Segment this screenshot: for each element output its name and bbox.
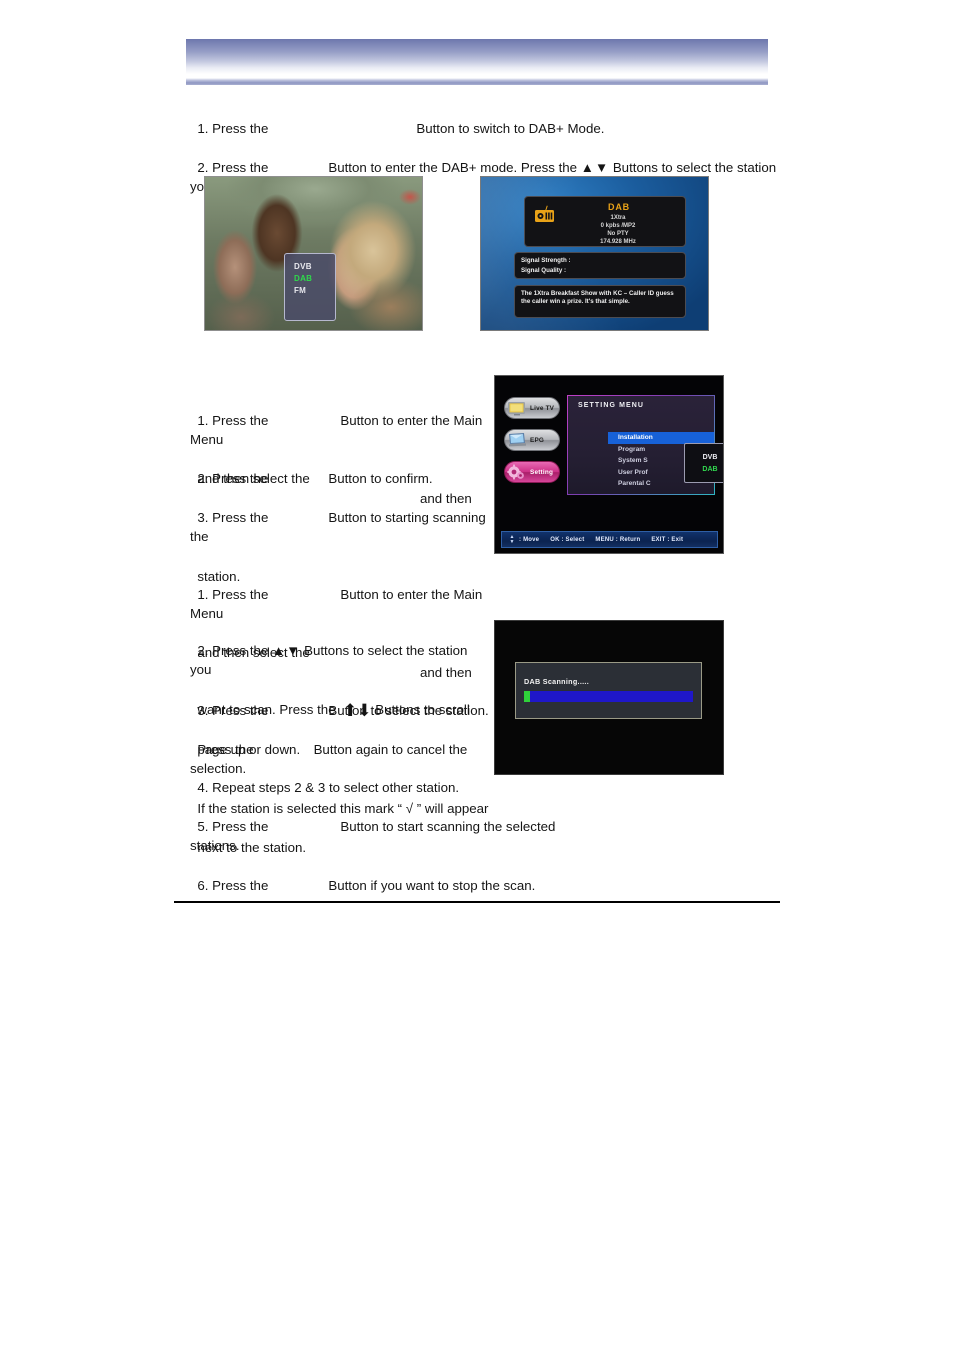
setting-menu-panel: SETTING MENU Installation Program System… [567, 395, 723, 495]
b2-line3-prefix: 2. Press the [197, 470, 269, 486]
dab-station-panel: DAB 1Xtra 0 kpbs /MP2 No PTY 174.928 MHz [524, 196, 686, 247]
sidebar-label-live-tv: Live TV [530, 404, 555, 412]
b3-step3-suffix: Button to select the station. [328, 702, 489, 718]
header-band-main [186, 39, 768, 74]
dab-radiotext: The 1Xtra Breakfast Show with KC – Calle… [521, 290, 674, 306]
sidebar-item-live-tv[interactable]: Live TV [504, 397, 560, 419]
signal-strength-track [575, 258, 680, 263]
source-popup[interactable]: DVB DAB [684, 443, 723, 483]
monitor-icon [509, 433, 526, 447]
sidebar-label-setting: Setting [530, 468, 554, 476]
figure-dab-info-screen: DAB 1Xtra 0 kpbs /MP2 No PTY 174.928 MHz… [480, 176, 709, 331]
header-band-sub [186, 78, 768, 85]
figure-dab-scanning-screen: DAB Scanning..... [494, 620, 724, 775]
header-decorative-band [186, 39, 768, 85]
source-option-fm[interactable]: FM [294, 285, 335, 297]
gear-icon [507, 464, 524, 480]
popup-option-dab[interactable]: DAB [685, 464, 723, 476]
dab-scanning-dialog: DAB Scanning..... [515, 662, 702, 719]
sidebar-item-setting[interactable]: Setting [504, 461, 560, 483]
b2-line4-prefix: 3. Press the [197, 509, 269, 525]
status-return: MENU : Return [595, 536, 641, 543]
dab-pty: No PTY [607, 231, 629, 237]
figure-tv-source-overlay: DVB DAB FM [204, 176, 423, 331]
dab-scanning-progress-fill [524, 691, 693, 702]
b3-step6-prefix: 6. Press the [197, 877, 269, 893]
b1-line1-suffix: Button to switch to DAB+ Mode. [416, 120, 605, 136]
signal-strength-label: Signal Strength : [521, 257, 571, 264]
dab-scanning-progress-marker [524, 691, 530, 702]
status-exit: EXIT : Exit [651, 536, 684, 543]
signal-quality-row: Signal Quality : [521, 267, 680, 274]
dab-scanning-label: DAB Scanning..... [524, 677, 590, 686]
b3-step5-prefix: 5. Press the [197, 818, 269, 834]
signal-strength-row: Signal Strength : [521, 257, 680, 264]
figure-setting-menu-screen: Live TV EPG Setting SETTING MENU Install… [494, 375, 724, 554]
b3-line1-prefix: 1. Press the [197, 586, 269, 602]
b1-line2-prefix: 2. Press the [197, 159, 269, 175]
b3-step2-prefix: 2. Press the [197, 642, 269, 658]
dab-radiotext-panel: The 1Xtra Breakfast Show with KC – Calle… [514, 285, 686, 318]
dab-bitrate: 0 kpbs /MP2 [600, 223, 636, 229]
setting-menu-title: SETTING MENU [578, 402, 645, 409]
dab-scanning-progress-bar [524, 691, 693, 702]
menu-item-installation[interactable]: Installation [608, 432, 714, 444]
dab-station-meta: 1Xtra 0 kpbs /MP2 No PTY 174.928 MHz [525, 214, 685, 246]
source-select-overlay[interactable]: DVB DAB FM [284, 253, 336, 321]
source-option-dvb[interactable]: DVB [294, 261, 335, 273]
dab-signal-panel: Signal Strength : Signal Quality : [514, 252, 686, 279]
setting-menu-status-bar: ▲ ▼ : Move OK : Select MENU : Return EXIT… [501, 531, 718, 548]
sidebar-label-epg: EPG [530, 436, 545, 444]
up-down-arrow-glyph-2: ▲▼ [272, 642, 301, 658]
status-move: : Move [519, 536, 540, 543]
b3-step4: 4. Repeat steps 2 & 3 to select other st… [197, 779, 460, 795]
up-down-arrow-icon: ▲ ▼ [509, 533, 515, 545]
b1-line2-mid: Button to enter the DAB+ mode. Press the [328, 159, 578, 175]
popup-option-dvb[interactable]: DVB [685, 452, 723, 464]
signal-quality-label: Signal Quality : [521, 267, 567, 274]
b1-line1-prefix: 1. Press the [197, 120, 269, 136]
b2-line1-prefix: 1. Press the [197, 412, 269, 428]
b2-line3-suffix: Button to confirm. [328, 470, 433, 486]
up-down-arrow-glyph: ▲▼ [580, 159, 610, 175]
dab-station-name: 1Xtra [610, 215, 626, 221]
dab-title: DAB [608, 202, 630, 212]
footer-divider [174, 901, 780, 903]
sidebar-item-epg[interactable]: EPG [504, 429, 560, 451]
tv-icon [508, 402, 525, 416]
b3-step6-suffix: Button if you want to stop the scan. [328, 877, 536, 893]
source-option-dab[interactable]: DAB [294, 273, 335, 285]
b3-step3-c: Press the [197, 741, 254, 757]
b3-step3-prefix: 3. Press the [197, 702, 269, 718]
dab-frequency: 174.928 MHz [600, 239, 636, 245]
status-select: OK : Select [550, 536, 585, 543]
instruction-block-3-steps456: 4. Repeat steps 2 & 3 to select other st… [190, 758, 590, 895]
signal-quality-track [575, 268, 680, 273]
